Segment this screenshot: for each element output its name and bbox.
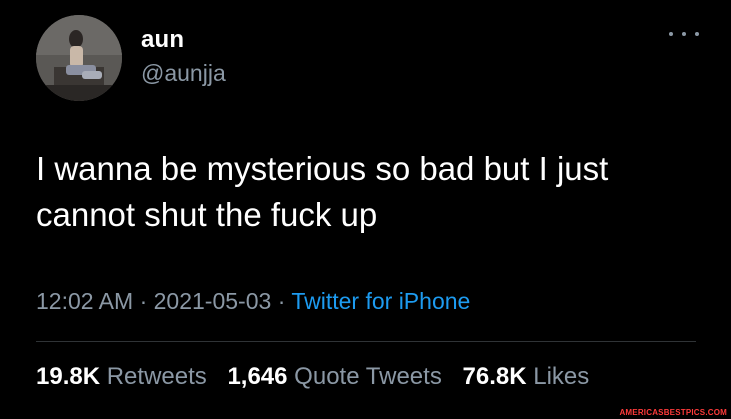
retweets-stat[interactable]: 19.8K Retweets	[36, 363, 207, 390]
dot	[682, 32, 686, 36]
likes-label: Likes	[533, 363, 590, 390]
user-handle[interactable]: @aunjja	[141, 60, 226, 87]
tweet-text: I wanna be mysterious so bad but I just …	[36, 150, 609, 233]
watermark: AMERICASBESTPICS.COM	[619, 408, 727, 417]
meta-separator: ·	[277, 288, 286, 314]
more-options-icon[interactable]	[669, 24, 699, 44]
quote-tweets-stat[interactable]: 1,646 Quote Tweets	[227, 363, 441, 390]
likes-count: 76.8K	[462, 363, 527, 390]
tweet-card: aun @aunjja I wanna be mysterious so bad…	[0, 0, 731, 419]
quote-tweets-count: 1,646	[227, 363, 288, 390]
tweet-time[interactable]: 12:02 AM	[36, 288, 133, 314]
divider	[36, 341, 696, 342]
avatar[interactable]	[36, 15, 122, 101]
meta-separator: ·	[139, 288, 148, 314]
tweet-stats: 19.8K Retweets 1,646 Quote Tweets 76.8K …	[36, 363, 603, 391]
tweet-meta: 12:02 AM · 2021-05-03 · Twitter for iPho…	[36, 288, 470, 315]
quote-tweets-label: Quote Tweets	[294, 363, 442, 390]
dot	[669, 32, 673, 36]
retweets-label: Retweets	[106, 363, 207, 390]
retweets-count: 19.8K	[36, 363, 101, 390]
likes-stat[interactable]: 76.8K Likes	[463, 363, 590, 390]
tweet-source[interactable]: Twitter for iPhone	[291, 288, 470, 314]
tweet-date[interactable]: 2021-05-03	[154, 288, 272, 314]
dot	[695, 32, 699, 36]
display-name[interactable]: aun	[141, 26, 184, 54]
